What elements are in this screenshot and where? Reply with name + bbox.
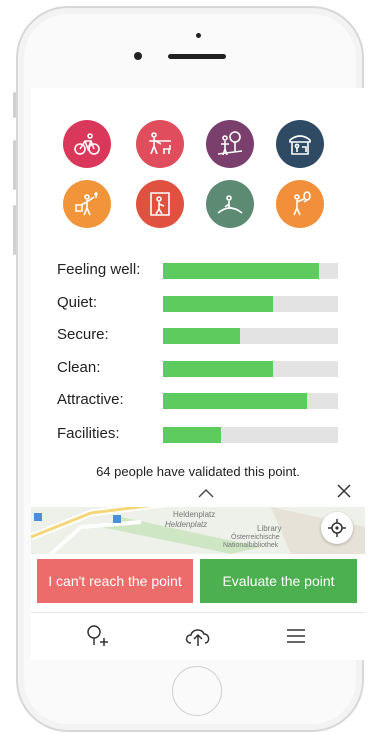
metric-bar [163, 393, 338, 409]
cycling-icon[interactable] [63, 120, 111, 168]
validation-count-text: 64 people have validated this point. [96, 464, 300, 479]
metric-label: Quiet: [57, 294, 98, 311]
map-label: Library [257, 524, 282, 533]
metric-bar [163, 296, 338, 312]
app-screen: Feeling well: Quiet: Secure: Clean: Attr… [31, 88, 365, 660]
map-label: Österreichische [231, 534, 280, 541]
close-icon[interactable] [337, 484, 351, 503]
action-buttons: I can't reach the point Evaluate the poi… [31, 559, 365, 603]
balloon-icon[interactable] [276, 180, 324, 228]
map-preview[interactable]: Heldenplatz Heldenplatz Library Österrei… [31, 507, 365, 554]
market-stall-icon[interactable] [276, 120, 324, 168]
metric-fill [163, 263, 319, 279]
street-music-icon[interactable] [63, 180, 111, 228]
metric-fill [163, 361, 274, 377]
crosshair-icon [328, 519, 346, 537]
add-location-icon[interactable] [81, 621, 111, 651]
metric-bar [163, 263, 338, 279]
metric-label: Secure: [57, 326, 109, 343]
hill-rest-icon[interactable] [206, 180, 254, 228]
sensor [196, 33, 201, 38]
metric-label: Feeling well: [57, 261, 141, 278]
map-label: Nationalbibliothek [223, 542, 279, 549]
cloud-upload-icon[interactable] [183, 621, 213, 651]
metric-row: Clean: [57, 358, 339, 378]
metric-fill [163, 328, 240, 344]
menu-icon[interactable] [281, 621, 311, 651]
earpiece-speaker [168, 54, 226, 59]
metric-row: Quiet: [57, 293, 339, 313]
metric-label: Attractive: [57, 391, 124, 408]
metric-row: Attractive: [57, 390, 339, 410]
front-camera [134, 52, 142, 60]
metric-bar [163, 361, 338, 377]
metric-bar [163, 427, 338, 443]
dog-walking-icon[interactable] [136, 120, 184, 168]
evaluate-button[interactable]: Evaluate the point [200, 559, 357, 603]
door-access-icon[interactable] [136, 180, 184, 228]
metric-fill [163, 427, 221, 443]
chevron-up-icon[interactable] [197, 486, 215, 504]
park-icon[interactable] [206, 120, 254, 168]
map-label: Heldenplatz [165, 520, 208, 529]
map-label: Heldenplatz [173, 510, 216, 519]
top-bezel [18, 8, 362, 88]
metric-fill [163, 296, 274, 312]
cant-reach-button[interactable]: I can't reach the point [37, 559, 193, 603]
metric-row: Secure: [57, 325, 339, 345]
locate-me-button[interactable] [321, 512, 353, 544]
metric-label: Clean: [57, 359, 101, 376]
metric-row: Facilities: [57, 424, 339, 444]
metric-row: Feeling well: [57, 260, 339, 280]
metric-bar [163, 328, 338, 344]
metric-fill [163, 393, 307, 409]
home-button [172, 666, 222, 716]
bottom-nav [31, 612, 365, 657]
metric-label: Facilities: [57, 425, 120, 442]
